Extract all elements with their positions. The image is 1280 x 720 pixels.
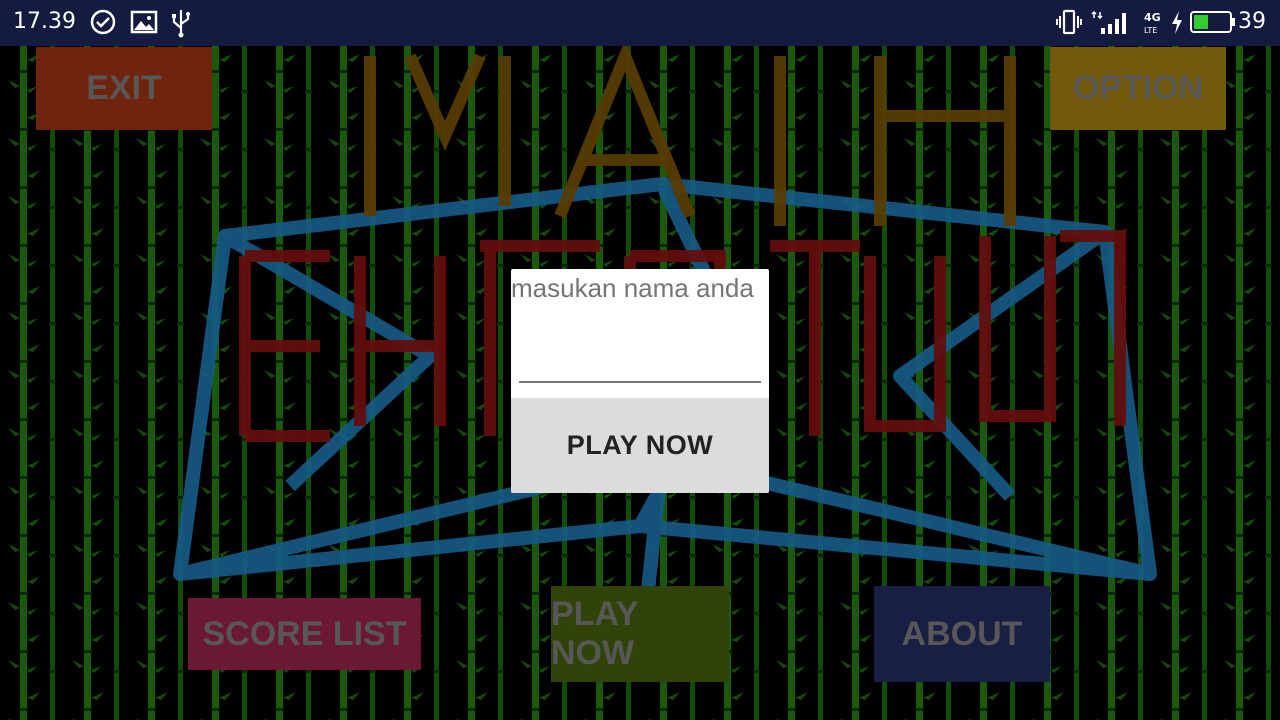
usb-icon bbox=[172, 10, 190, 38]
battery-percentage: 39 bbox=[1238, 9, 1266, 34]
dialog-title: masukan nama anda bbox=[511, 273, 754, 303]
status-bar: 17.39 4G LTE 39 bbox=[0, 0, 1280, 46]
network-4g-icon: 4G LTE bbox=[1144, 11, 1161, 35]
battery-icon bbox=[1190, 11, 1235, 33]
signal-icon-1 bbox=[1091, 10, 1126, 34]
status-time: 17.39 bbox=[13, 9, 76, 34]
name-entry-dialog: masukan nama anda PLAY NOW bbox=[511, 269, 769, 493]
vibrate-icon bbox=[1056, 9, 1082, 35]
svg-text:LTE: LTE bbox=[1144, 26, 1157, 35]
check-circle-icon bbox=[90, 9, 116, 35]
name-input[interactable] bbox=[519, 329, 761, 383]
charging-bolt-icon bbox=[1172, 11, 1182, 34]
image-icon bbox=[130, 10, 158, 34]
dialog-play-now-button[interactable]: PLAY NOW bbox=[511, 398, 769, 493]
svg-text:4G: 4G bbox=[1144, 11, 1161, 24]
